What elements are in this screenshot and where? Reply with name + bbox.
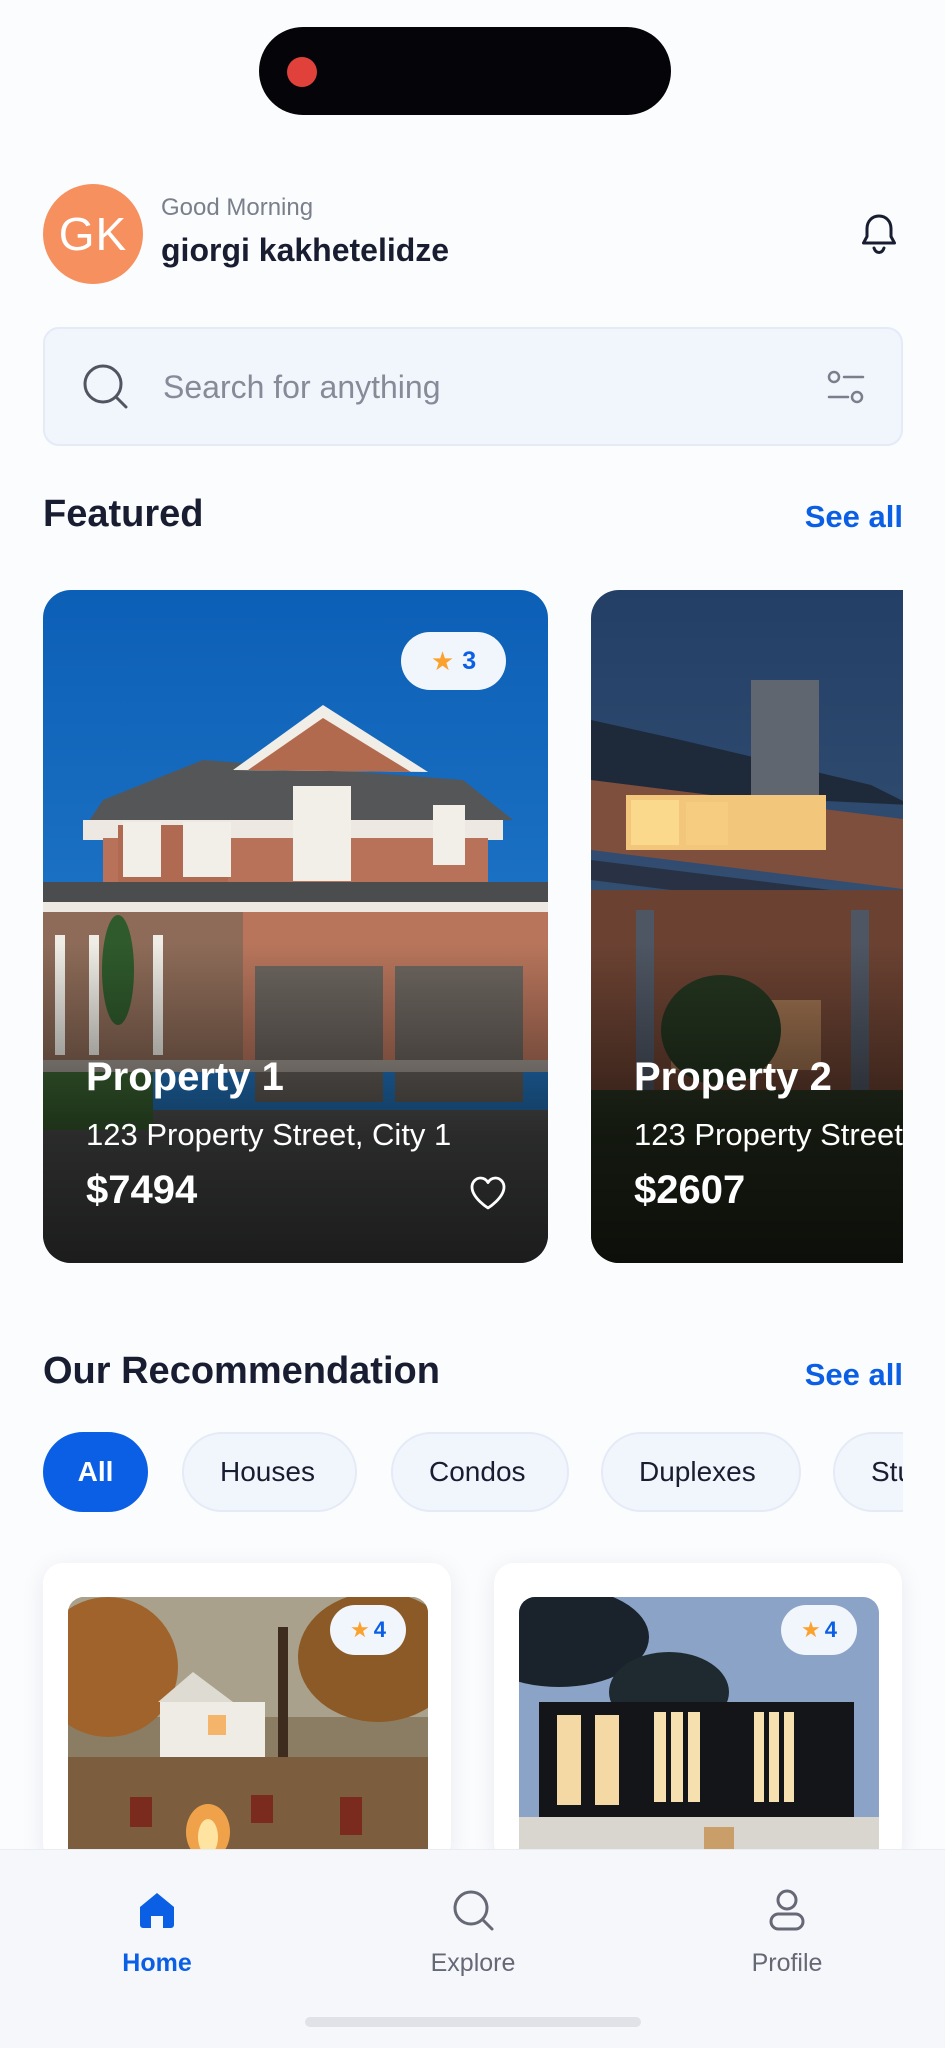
star-icon: ★: [350, 1617, 370, 1642]
featured-title: Featured: [43, 493, 204, 535]
featured-carousel[interactable]: ★ 3 Property 1 123 Property Street, City…: [43, 590, 903, 1263]
filter-chip-houses[interactable]: Houses: [182, 1432, 357, 1512]
property-name: Property 2: [634, 1055, 832, 1099]
card-overlay: [43, 943, 548, 1263]
tab-explore[interactable]: Explore: [393, 1888, 553, 1988]
search-input[interactable]: [163, 359, 743, 415]
bottom-tab-bar: Home Explore Profile: [0, 1849, 945, 2048]
recommendation-title: Our Recommendation: [43, 1350, 440, 1392]
recommendation-card[interactable]: ★ 4: [494, 1563, 902, 1863]
star-icon: ★: [801, 1617, 821, 1642]
filter-chip-studios[interactable]: Studios: [833, 1432, 903, 1512]
heart-icon[interactable]: [468, 1173, 508, 1213]
rating-value: 4: [824, 1617, 837, 1642]
recommendation-see-all-link[interactable]: See all: [805, 1357, 903, 1393]
recommendation-card[interactable]: ★ 4: [43, 1563, 451, 1863]
property-price: $7494: [86, 1168, 198, 1212]
sliders-icon[interactable]: [827, 369, 865, 405]
filter-chip-duplexes[interactable]: Duplexes: [601, 1432, 801, 1512]
recording-indicator: [287, 57, 317, 87]
bell-icon[interactable]: [855, 210, 903, 258]
tab-label: Home: [122, 1949, 192, 1977]
home-indicator: [305, 2017, 641, 2027]
featured-see-all-link[interactable]: See all: [805, 499, 903, 535]
dynamic-island: [259, 27, 671, 115]
greeting-text: Good Morning: [161, 194, 314, 221]
rating-value: 3: [462, 646, 477, 675]
rating-badge: ★ 4: [330, 1605, 406, 1655]
search-bar[interactable]: [43, 327, 903, 446]
tab-home[interactable]: Home: [77, 1888, 237, 1988]
tab-label: Explore: [430, 1949, 516, 1977]
header: GK Good Morning giorgi kakhetelidze: [43, 184, 903, 284]
user-name: giorgi kakhetelidze: [161, 232, 450, 268]
search-icon: [453, 1890, 494, 1931]
tab-profile[interactable]: Profile: [707, 1888, 867, 1988]
featured-card[interactable]: ★ 3 Property 1 123 Property Street, City…: [43, 590, 548, 1263]
search-icon: [83, 364, 128, 409]
filter-chip-all[interactable]: All: [43, 1432, 148, 1512]
card-overlay: [591, 943, 903, 1263]
property-address: 123 Property Street, City 1: [86, 1117, 452, 1152]
filter-chip-condos[interactable]: Condos: [391, 1432, 569, 1512]
property-price: $2607: [634, 1168, 746, 1212]
user-icon: [769, 1889, 805, 1931]
rating-value: 4: [373, 1617, 386, 1642]
rating-badge: ★ 4: [781, 1605, 857, 1655]
property-name: Property 1: [86, 1055, 284, 1099]
featured-card[interactable]: Property 2 123 Property Street, City 2 $…: [591, 590, 903, 1263]
tab-label: Profile: [751, 1949, 823, 1977]
category-filter-bar[interactable]: All Houses Condos Duplexes Studios: [43, 1432, 903, 1512]
rating-badge: ★ 3: [401, 632, 506, 690]
star-icon: ★: [430, 645, 455, 676]
avatar[interactable]: GK: [43, 184, 143, 284]
property-address: 123 Property Street, City 2: [634, 1117, 903, 1152]
home-icon: [140, 1893, 174, 1928]
